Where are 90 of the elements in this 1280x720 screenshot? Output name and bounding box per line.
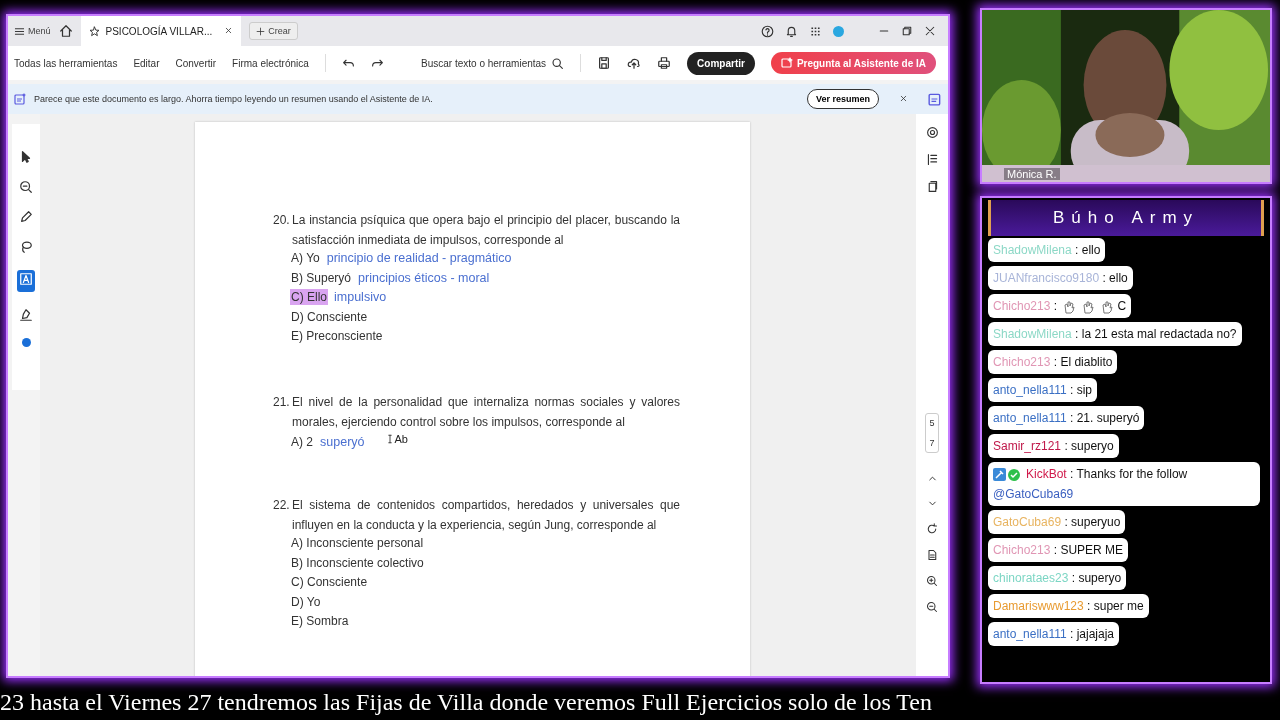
refresh-icon[interactable]: [926, 523, 938, 535]
answer-option: E) Sombra: [290, 613, 350, 629]
bookmark-list-icon[interactable]: [925, 153, 939, 166]
question-text: La instancia psíquica que opera bajo el principio del placer, buscando la satisfacción inmediata de impulsos, corresponde al: [292, 212, 680, 249]
chat-message: ShadowMilena : la 21 esta mal redactada no?: [988, 322, 1242, 346]
share-button[interactable]: Compartir: [687, 51, 755, 75]
ticker-text: 23 hasta el Viernes 27 tendremos las Fijas de Villa donde veremos Full Ejercicios solo de los Ten: [0, 687, 933, 717]
pen-icon[interactable]: [19, 210, 33, 224]
search-icon: [551, 56, 565, 70]
bot-badge-icon: [993, 468, 1006, 482]
search-button[interactable]: Buscar texto o herramientas: [421, 56, 565, 70]
lasso-icon[interactable]: [19, 240, 33, 254]
question-number: 22.: [273, 497, 291, 514]
answer-option: A) 2: [290, 433, 315, 450]
chat-message: chinorataes23 : superyo: [988, 566, 1127, 590]
menu-button[interactable]: Menú: [14, 25, 51, 37]
banner-message: Parece que este documento es largo. Ahorra tiempo leyendo un resumen usando el Asistente de IA.: [34, 94, 433, 104]
chat-message: Chicho213 : El diablito: [988, 350, 1118, 374]
signature-icon[interactable]: [19, 308, 33, 322]
answer-option: D) Consciente: [290, 308, 369, 325]
webcam-name: Mónica R.: [1004, 168, 1060, 180]
print-icon[interactable]: [657, 56, 672, 70]
handwritten-note: superyó: [320, 434, 365, 449]
hand-emote-icon: [1101, 299, 1115, 314]
question-text: El sistema de contenidos compartidos, heredados y universales que influyen en la conducta y la experiencia, según Jung, corresponde al: [292, 497, 680, 534]
comment-icon[interactable]: [925, 126, 939, 139]
chat-message: Chicho213 : SUPER ME: [988, 538, 1129, 562]
document-icon[interactable]: [926, 549, 938, 561]
chat-message: Chicho213 : C: [988, 294, 1132, 318]
answer-option: B) Inconsciente colectivo: [290, 554, 425, 571]
menu-item[interactable]: Firma electrónica: [232, 57, 309, 69]
close-icon[interactable]: [224, 25, 234, 35]
summary-button[interactable]: Ver resumen: [806, 89, 879, 109]
current-page: 5: [929, 418, 935, 428]
home-icon[interactable]: [58, 24, 73, 38]
chat-message: Damariswww123 : super me: [988, 594, 1149, 618]
close-icon[interactable]: [899, 94, 908, 103]
upload-icon[interactable]: [627, 56, 642, 70]
chat-title: Búho Army: [988, 200, 1264, 236]
menu-item[interactable]: Editar: [133, 57, 160, 69]
restore-icon[interactable]: [901, 25, 913, 37]
menu-item[interactable]: Todas las herramientas: [14, 57, 118, 69]
answer-option: D) Yo: [290, 593, 322, 610]
answer-option: E) Preconsciente: [290, 328, 384, 344]
menu-item[interactable]: Convertir: [175, 57, 217, 69]
page-indicator[interactable]: 5 7: [925, 413, 939, 453]
hand-emote-icon: [1082, 299, 1096, 314]
document-tab[interactable]: PSICOLOGÍA VILLAR...: [80, 16, 242, 46]
chat-message: Samir_rz121 : superyo: [988, 434, 1119, 458]
star-icon: [88, 25, 100, 37]
ai-summary-icon: [14, 93, 26, 105]
chat-message: GatoCuba69 : superyuo: [988, 510, 1126, 534]
new-tab-button[interactable]: Crear: [249, 22, 298, 40]
help-icon[interactable]: [761, 24, 774, 38]
question-number: 20.: [273, 212, 291, 229]
answer-option: A) Yo: [290, 250, 321, 266]
question-number: 21.: [273, 393, 291, 411]
chat-message: anto_nella111 : sip: [988, 378, 1097, 402]
zoom-comment-icon[interactable]: [19, 180, 33, 194]
verified-icon: [1008, 468, 1020, 481]
chat-message: JUANfrancisco9180 : ello: [988, 266, 1133, 290]
total-pages: 7: [929, 438, 935, 448]
handwritten-note: principio de realidad - pragmático: [326, 251, 512, 265]
pointer-icon[interactable]: [19, 150, 33, 164]
text-select-icon[interactable]: [19, 272, 33, 286]
answer-option: A) Inconsciente personal: [290, 535, 425, 551]
answer-option: C) Consciente: [290, 574, 369, 590]
cursor-label: Ab: [394, 432, 408, 445]
apps-icon[interactable]: [809, 24, 822, 38]
save-icon[interactable]: [597, 56, 612, 70]
plus-icon: [256, 26, 266, 36]
chat-message: ShadowMilena : ello: [988, 238, 1106, 262]
menu-icon: [14, 25, 25, 37]
zoom-in-icon[interactable]: [926, 575, 938, 587]
color-picker[interactable]: [21, 338, 31, 347]
chat-message: anto_nella111 : 21. superyó: [988, 406, 1145, 430]
zoom-out-icon[interactable]: [926, 601, 938, 613]
ai-panel-icon[interactable]: [928, 92, 942, 106]
close-icon[interactable]: [924, 25, 936, 37]
question-text: El nivel de la personalidad que internaliza normas sociales y valores morales, ejerciendo control sobre los impulsos, corresponde al: [292, 393, 680, 431]
answer-option: B) Superyó: [290, 269, 353, 286]
chat-message: KickBot : Thanks for the follow @GatoCuba69: [988, 462, 1260, 506]
chat-message: anto_nella111 : jajajaja: [988, 622, 1119, 646]
ai-assistant-button[interactable]: Pregunta al Asistente de IA: [770, 52, 936, 74]
sparkle-chat-icon: [780, 57, 793, 69]
hand-emote-icon: [1063, 299, 1077, 314]
answer-option: C) Ello: [290, 289, 329, 305]
handwritten-note: principios éticos - moral: [358, 270, 490, 285]
bell-icon[interactable]: [785, 24, 798, 38]
handwritten-note: impulsivo: [334, 290, 387, 304]
